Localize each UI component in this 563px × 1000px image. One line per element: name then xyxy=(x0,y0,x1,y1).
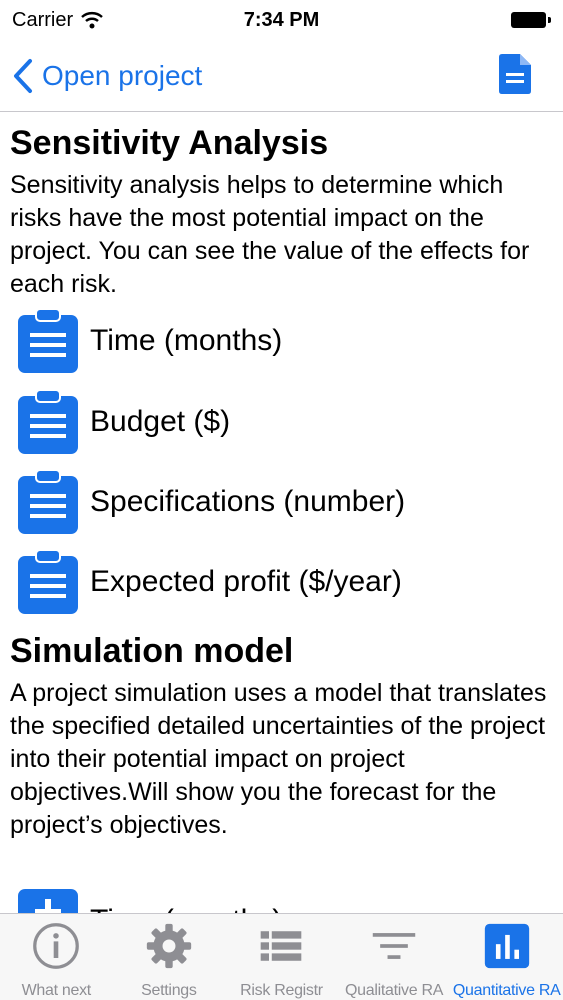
tab-what-next[interactable]: What next xyxy=(0,914,113,1000)
tab-quantitative-ra[interactable]: Quantitative RA xyxy=(450,914,563,1000)
clipboard-icon xyxy=(18,550,78,614)
clipboard-icon xyxy=(18,390,78,454)
bar-chart-icon xyxy=(484,923,529,969)
chevron-left-icon xyxy=(14,59,32,93)
wifi-icon xyxy=(81,12,103,29)
status-left: Carrier xyxy=(12,9,103,32)
tab-label: Risk Registr xyxy=(240,982,323,999)
document-icon[interactable] xyxy=(499,54,531,94)
tab-risk-register[interactable]: Risk Registr xyxy=(225,914,338,1000)
info-icon xyxy=(33,923,80,969)
filter-icon xyxy=(372,933,416,959)
status-bar: Carrier 7:34 PM xyxy=(0,0,563,40)
plus-icon xyxy=(18,889,78,913)
sensitivity-item-label: Time (months) xyxy=(90,324,283,357)
carrier-label: Carrier xyxy=(12,8,74,31)
clipboard-icon xyxy=(18,309,78,373)
sensitivity-item-budget[interactable]: Budget ($) xyxy=(18,390,230,454)
sensitivity-title: Sensitivity Analysis xyxy=(10,124,329,162)
simulation-item-label: Time (months) xyxy=(90,904,282,913)
tab-label: Settings xyxy=(141,982,197,999)
list-icon xyxy=(261,931,302,961)
sensitivity-item-expected-profit[interactable]: Expected profit ($/year) xyxy=(18,550,402,614)
gear-icon xyxy=(146,923,192,969)
sensitivity-item-label: Expected profit ($/year) xyxy=(90,565,402,598)
navigation-bar: Open project xyxy=(0,40,563,112)
tab-label: What next xyxy=(21,982,92,999)
back-button[interactable]: Open project xyxy=(12,54,202,98)
sensitivity-description: Sensitivity analysis helps to determine … xyxy=(10,171,530,298)
tab-bar: What next Settings Risk Registr Qualitat… xyxy=(0,913,563,1000)
back-button-label: Open project xyxy=(42,60,203,91)
sensitivity-item-specifications[interactable]: Specifications (number) xyxy=(18,470,405,534)
sensitivity-item-time[interactable]: Time (months) xyxy=(18,309,282,373)
tab-settings[interactable]: Settings xyxy=(113,914,226,1000)
tab-label: Qualitative RA xyxy=(345,982,444,999)
tab-label: Quantitative RA xyxy=(452,982,561,999)
tab-qualitative-ra[interactable]: Qualitative RA xyxy=(338,914,451,1000)
simulation-item-time[interactable]: Time (months) xyxy=(18,889,282,913)
clipboard-icon xyxy=(18,470,78,534)
sensitivity-item-label: Budget ($) xyxy=(90,405,231,438)
sensitivity-item-label: Specifications (number) xyxy=(90,485,406,518)
simulation-description: A project simulation uses a model that t… xyxy=(10,679,547,839)
content-area[interactable]: Sensitivity Analysis Sensitivity analysi… xyxy=(0,113,563,913)
simulation-title: Simulation model xyxy=(10,632,294,670)
battery-icon xyxy=(511,12,551,28)
